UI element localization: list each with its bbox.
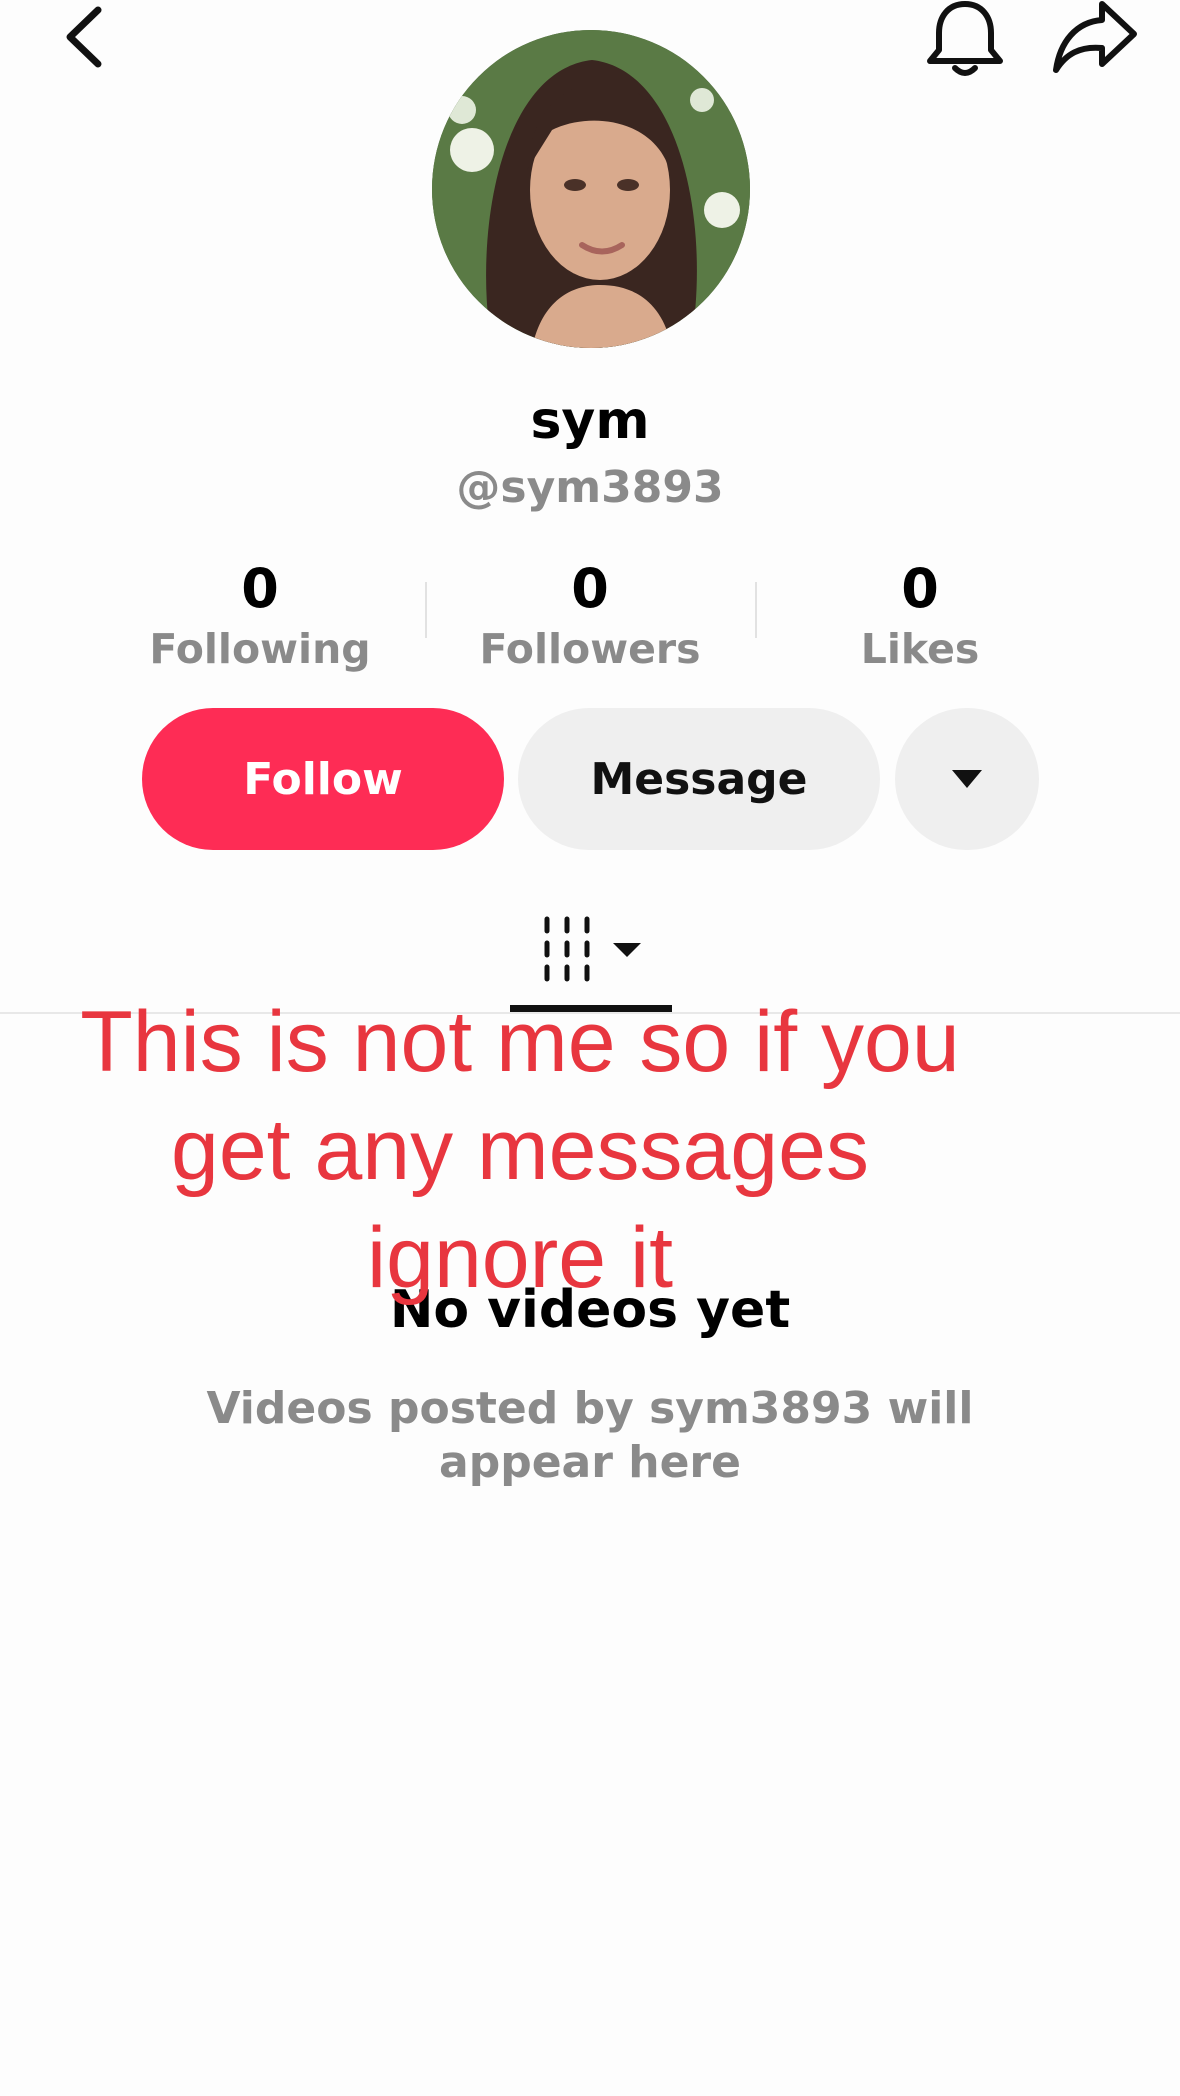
overlay-caption: This is not me so if you get any message… (30, 988, 1010, 1312)
avatar-photo (432, 30, 750, 348)
stat-likes[interactable]: 0 Likes (770, 556, 1070, 676)
message-button[interactable]: Message (518, 708, 880, 850)
more-options-button[interactable] (895, 708, 1039, 850)
share-arrow-icon (1053, 1, 1137, 73)
follow-button[interactable]: Follow (142, 708, 504, 850)
followers-label: Followers (479, 625, 701, 673)
back-button[interactable] (50, 0, 120, 74)
share-button[interactable] (1050, 0, 1140, 76)
overlay-caption-line: This is not me so if you (80, 994, 960, 1090)
bell-icon (927, 1, 1003, 76)
empty-state-description: Videos posted by sym3893 will appear her… (206, 1383, 974, 1488)
tab-caret-down-icon (613, 943, 641, 957)
likes-count: 0 (901, 557, 939, 620)
followers-count: 0 (571, 557, 609, 620)
stat-divider (755, 582, 757, 638)
username-handle: @sym3893 (456, 462, 724, 513)
likes-label: Likes (860, 625, 980, 673)
following-count: 0 (241, 557, 279, 620)
caret-down-icon (952, 770, 982, 788)
overlay-caption-line: ignore it (367, 1210, 673, 1306)
stat-following[interactable]: 0 Following (110, 556, 410, 676)
stat-divider (425, 582, 427, 638)
notification-button[interactable] (920, 0, 1010, 80)
stat-followers[interactable]: 0 Followers (440, 556, 740, 676)
following-label: Following (149, 625, 371, 673)
overlay-caption-line: get any messages (171, 1102, 869, 1198)
chevron-left-icon (66, 6, 102, 68)
avatar[interactable] (432, 30, 750, 348)
display-name: sym (530, 391, 650, 451)
